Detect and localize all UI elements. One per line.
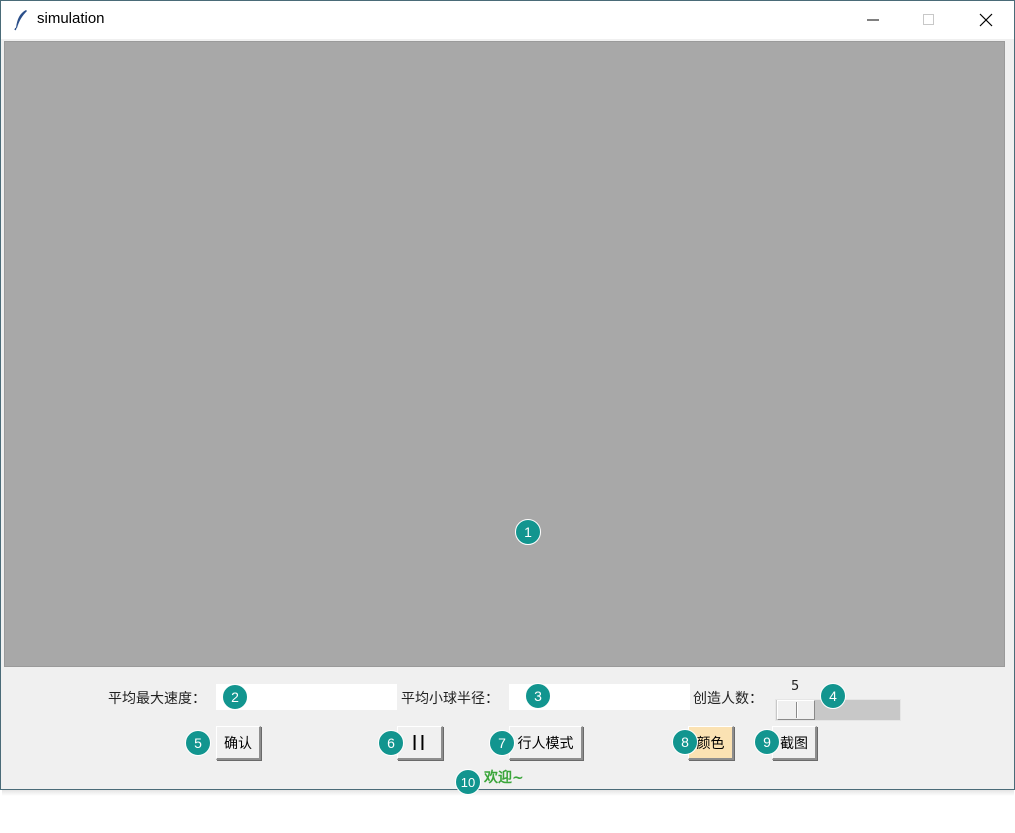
annotation-marker-4: 4 (820, 683, 846, 709)
people-count-slider-handle[interactable] (777, 700, 815, 720)
annotation-marker-8: 8 (672, 729, 698, 755)
close-button[interactable] (963, 1, 1009, 39)
people-count-label: 创造人数： (693, 691, 763, 707)
feather-icon (13, 9, 29, 31)
window-shadow (2, 790, 1014, 796)
people-count-value: 5 (791, 679, 800, 694)
max-speed-label: 平均最大速度： (108, 691, 206, 707)
annotation-marker-5: 5 (185, 730, 211, 756)
minimize-icon (867, 19, 879, 21)
annotation-marker-1: 1 (515, 519, 541, 545)
window-title: simulation (37, 10, 105, 27)
maximize-button[interactable] (906, 1, 952, 39)
title-bar[interactable]: simulation (1, 1, 1014, 39)
app-window: simulation 平均最大速度： 平均小球半径： 创造人数： 5 确认 II… (0, 0, 1015, 790)
simulation-canvas[interactable] (4, 41, 1005, 667)
annotation-marker-9: 9 (754, 729, 780, 755)
annotation-marker-10: 10 (455, 769, 481, 795)
pedestrian-mode-button[interactable]: 行人模式 (509, 726, 583, 760)
status-message: 欢迎~ (484, 770, 524, 786)
ball-radius-label: 平均小球半径： (401, 691, 499, 707)
maximize-icon (923, 14, 934, 25)
annotation-marker-6: 6 (378, 730, 404, 756)
annotation-marker-3: 3 (525, 683, 551, 709)
confirm-button[interactable]: 确认 (216, 726, 261, 760)
close-icon (979, 13, 993, 27)
annotation-marker-2: 2 (222, 684, 248, 710)
minimize-button[interactable] (850, 1, 896, 39)
annotation-marker-7: 7 (489, 730, 515, 756)
